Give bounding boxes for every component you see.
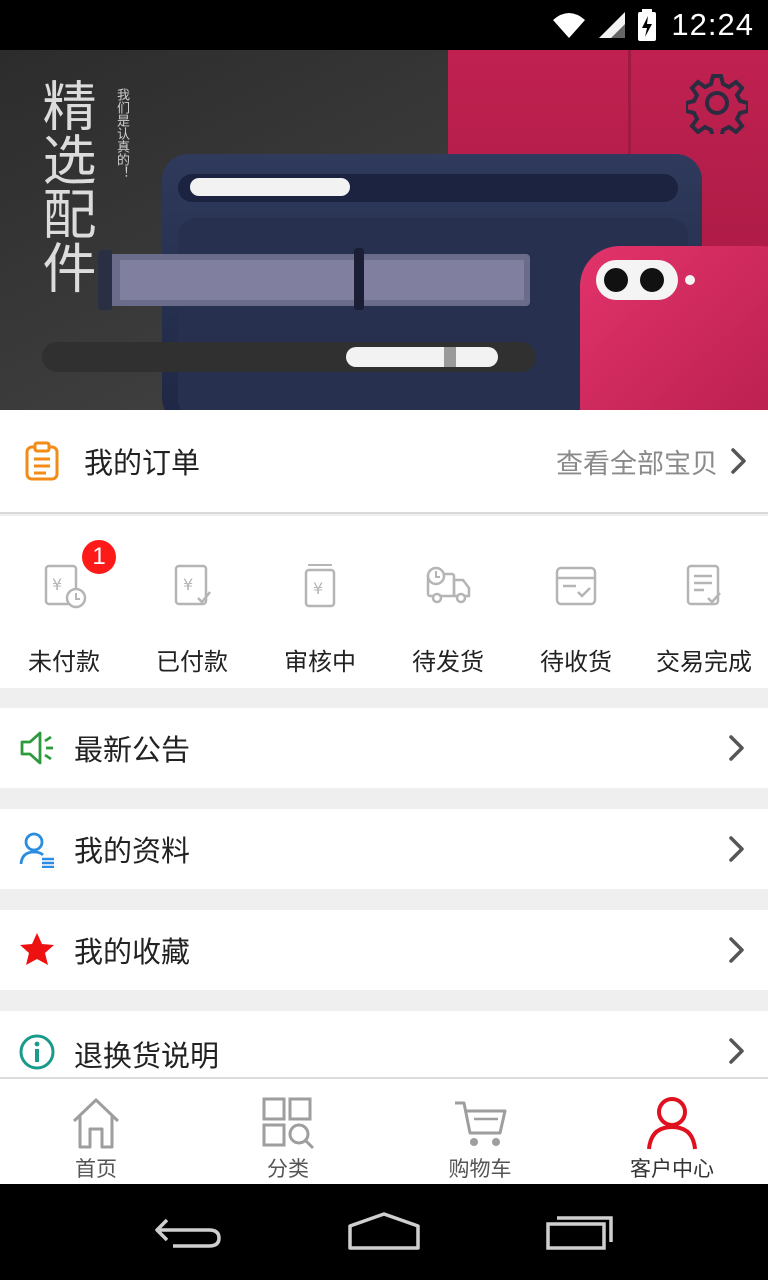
view-all-orders-link[interactable]: 查看全部宝贝 xyxy=(556,442,748,481)
chevron-right-icon xyxy=(729,1038,744,1064)
order-status-label: 未付款 xyxy=(28,648,100,676)
tab-label: 客户中心 xyxy=(630,1157,714,1181)
clipboard-icon xyxy=(25,441,59,481)
profile-icon xyxy=(19,832,54,868)
menu-row-announcements[interactable]: 最新公告 xyxy=(0,708,768,788)
tab-cart[interactable]: 购物车 xyxy=(384,1079,576,1184)
order-status-row: ¥ 1 未付款 ¥ 已付款 ¥ 审核中 待发货 待收货 交易完成 xyxy=(0,516,768,688)
menu-label: 我的收藏 xyxy=(74,935,191,969)
order-status-to-ship[interactable]: 待发货 xyxy=(384,516,512,688)
reviewing-icon: ¥ xyxy=(304,564,336,608)
menu-row-favorites[interactable]: 我的收藏 xyxy=(0,910,768,990)
chevron-right-icon xyxy=(729,937,744,963)
home-outline-icon xyxy=(348,1212,420,1250)
svg-text:¥: ¥ xyxy=(183,575,193,594)
tab-home[interactable]: 首页 xyxy=(0,1079,192,1184)
menu-label: 我的资料 xyxy=(74,834,191,868)
home-icon xyxy=(72,1098,120,1149)
settings-gear-icon[interactable] xyxy=(686,72,748,134)
bottom-nav: 首页 分类 购物车 客户中心 xyxy=(0,1077,768,1184)
svg-text:¥: ¥ xyxy=(313,579,323,598)
recents-button[interactable] xyxy=(530,1202,630,1262)
order-status-label: 交易完成 xyxy=(656,648,752,676)
user-icon xyxy=(647,1097,697,1150)
status-time: 12:24 xyxy=(671,7,754,42)
order-status-label: 待发货 xyxy=(412,648,484,676)
receive-box-icon xyxy=(555,566,597,606)
chevron-right-icon xyxy=(729,735,744,761)
info-icon xyxy=(19,1034,55,1070)
order-status-label: 已付款 xyxy=(156,648,228,676)
signal-icon xyxy=(599,12,626,38)
banner-headline: 精选配件 xyxy=(33,78,96,294)
orders-title: 我的订单 xyxy=(84,446,201,480)
orders-header: 我的订单 查看全部宝贝 xyxy=(0,410,768,514)
paid-icon: ¥ xyxy=(174,564,211,606)
cart-icon xyxy=(455,1101,507,1146)
order-status-completed[interactable]: 交易完成 xyxy=(640,516,768,688)
tab-label: 购物车 xyxy=(448,1157,512,1181)
tab-customer-center[interactable]: 客户中心 xyxy=(576,1079,768,1184)
order-status-label: 待收货 xyxy=(540,648,612,676)
banner-tagline: 我们是认真的！ xyxy=(114,88,129,179)
tab-category[interactable]: 分类 xyxy=(192,1079,384,1184)
home-button[interactable] xyxy=(334,1202,434,1262)
category-icon xyxy=(262,1097,315,1150)
battery-icon xyxy=(638,9,657,41)
order-status-unpaid[interactable]: ¥ 1 未付款 xyxy=(0,516,128,688)
unpaid-count-badge: 1 xyxy=(80,538,118,576)
view-all-label: 查看全部宝贝 xyxy=(556,448,718,480)
back-button[interactable] xyxy=(138,1202,238,1262)
promo-banner[interactable]: 精选配件 我们是认真的！ xyxy=(0,50,768,410)
shipping-truck-icon xyxy=(426,566,471,604)
order-status-reviewing[interactable]: ¥ 审核中 xyxy=(256,516,384,688)
menu-label: 最新公告 xyxy=(74,733,191,767)
menu-label: 退换货说明 xyxy=(74,1039,220,1073)
chevron-right-icon xyxy=(731,448,746,474)
system-nav-bar xyxy=(0,1184,768,1280)
wifi-icon xyxy=(553,13,586,38)
order-status-paid[interactable]: ¥ 已付款 xyxy=(128,516,256,688)
chevron-right-icon xyxy=(729,836,744,862)
tab-label: 首页 xyxy=(75,1157,117,1181)
status-bar: 12:24 xyxy=(0,0,768,50)
svg-text:¥: ¥ xyxy=(52,575,62,594)
recents-icon xyxy=(546,1216,613,1250)
unpaid-icon: ¥ xyxy=(44,564,87,609)
completed-doc-icon xyxy=(686,564,721,606)
menu-row-return-policy[interactable]: 退换货说明 xyxy=(0,1011,768,1077)
order-status-label: 审核中 xyxy=(284,648,356,676)
tab-label: 分类 xyxy=(267,1157,309,1181)
star-icon xyxy=(20,933,54,965)
back-arrow-icon xyxy=(155,1218,221,1248)
screen: 12:24 精选配件 我们是认真的！ 我的订单 查看全部宝贝 ¥ 1 未付款 ¥… xyxy=(0,0,768,1280)
status-icons xyxy=(551,9,657,41)
speaker-icon xyxy=(20,731,53,765)
order-status-to-receive[interactable]: 待收货 xyxy=(512,516,640,688)
menu-row-profile[interactable]: 我的资料 xyxy=(0,809,768,889)
